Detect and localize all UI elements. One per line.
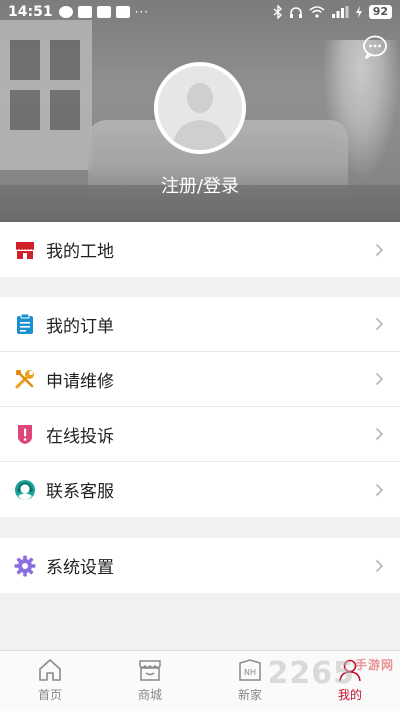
- site-watermark: 2265手游网: [267, 656, 394, 691]
- status-time: 14:51: [8, 4, 53, 20]
- tab-label: 首页: [37, 688, 62, 702]
- signal-icon: [331, 6, 349, 18]
- menu-item-customer-service[interactable]: 联系客服: [0, 462, 400, 517]
- menu-group-site: 我的工地: [0, 222, 400, 277]
- status-bar: 14:51 ··· 92: [0, 0, 400, 24]
- menu-item-my-site[interactable]: 我的工地: [0, 222, 400, 277]
- mail-icon: [77, 6, 92, 18]
- chevron-right-icon: [375, 372, 384, 386]
- chevron-right-icon: [375, 559, 384, 572]
- chevron-right-icon: [375, 483, 384, 496]
- tab-label: 商城: [137, 688, 162, 702]
- wifi-icon: [309, 6, 325, 18]
- menu-item-label: 申请维修: [46, 371, 114, 392]
- svg-text:NH: NH: [244, 668, 256, 677]
- tab-shop[interactable]: 商城: [100, 651, 200, 711]
- clipboard-icon: [17, 313, 33, 334]
- headset-icon: [15, 479, 35, 500]
- profile-header: 14:51 ··· 92 注册/登录: [0, 0, 400, 222]
- home-icon: [39, 659, 61, 681]
- video-icon: [96, 6, 111, 18]
- menu-item-system-settings[interactable]: 系统设置: [0, 538, 400, 593]
- bluetooth-icon: [273, 5, 282, 19]
- login-register-link[interactable]: 注册/登录: [0, 172, 400, 198]
- menu-item-my-orders[interactable]: 我的订单: [0, 297, 400, 352]
- menu-group-services: 我的订单 申请维修 在线投诉 联系客服: [0, 297, 400, 517]
- chat-bubble-icon[interactable]: [362, 34, 388, 60]
- headphones-icon: [289, 6, 302, 18]
- battery-level: 92: [368, 5, 392, 19]
- complaint-icon: [18, 425, 32, 444]
- menu-item-label: 联系客服: [46, 482, 114, 502]
- menu-item-label: 我的订单: [46, 316, 114, 337]
- menu-item-label: 我的工地: [46, 242, 114, 262]
- shop-icon: [139, 660, 161, 681]
- menu-item-label: 系统设置: [46, 558, 114, 578]
- tab-label: 新家: [237, 688, 262, 702]
- chevron-right-icon: [375, 317, 384, 331]
- new-home-icon: NH: [239, 659, 261, 681]
- chevron-right-icon: [375, 243, 384, 256]
- gear-icon: [14, 555, 36, 576]
- tab-home[interactable]: 首页: [0, 651, 100, 711]
- message-icon: [58, 6, 73, 18]
- charging-icon: [355, 6, 362, 18]
- menu-item-online-complaint[interactable]: 在线投诉: [0, 407, 400, 462]
- store-icon: [16, 241, 34, 259]
- news-icon: [115, 6, 130, 18]
- wrench-icon: [15, 370, 34, 389]
- menu-item-label: 在线投诉: [46, 426, 114, 447]
- more-notifications-icon: ···: [134, 5, 150, 19]
- chevron-right-icon: [375, 427, 384, 441]
- default-avatar-icon: [158, 66, 242, 150]
- menu-item-repair-request[interactable]: 申请维修: [0, 352, 400, 407]
- menu-group-settings: 系统设置: [0, 538, 400, 593]
- avatar[interactable]: [154, 62, 246, 154]
